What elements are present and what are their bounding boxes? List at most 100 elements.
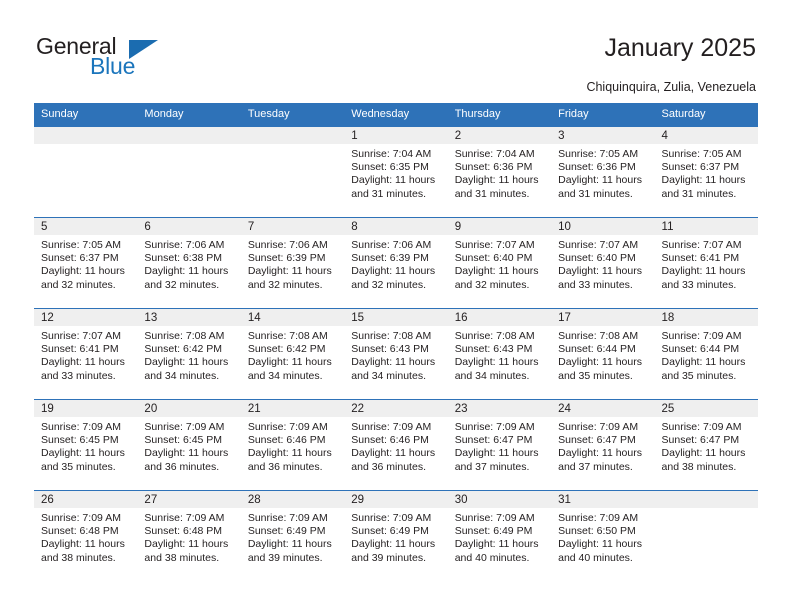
day-sunrise-text: Sunrise: 7:07 AM — [558, 239, 639, 251]
day-daylight-line2-text: and 31 minutes. — [661, 187, 737, 200]
day-cell-16[interactable]: 16 Sunrise: 7:08 AM Sunset: 6:43 PM Dayligh… — [447, 309, 552, 399]
day-cell-30[interactable]: 30 Sunrise: 7:09 AM Sunset: 6:49 PM Dayligh… — [447, 491, 552, 581]
day-daylight-line2-text: and 33 minutes. — [41, 369, 116, 382]
day-daylight-line1-text: Daylight: 11 hours — [661, 356, 746, 369]
day-daylight-line1-text: Daylight: 11 hours — [351, 174, 436, 187]
calendar-day-cell: 8 Sunrise: 7:06 AM Sunset: 6:39 PM Daylight… — [344, 217, 448, 309]
day-sunrise-text: Sunrise: 7:07 AM — [41, 330, 121, 342]
calendar-day-cell: 5 Sunrise: 7:05 AM Sunset: 6:37 PM Daylight… — [34, 217, 138, 309]
day-cell-2[interactable]: 2 Sunrise: 7:04 AM Sunset: 6:36 PM Daylight… — [447, 127, 552, 217]
day-cell-19[interactable]: 19 Sunrise: 7:09 AM Sunset: 6:45 PM Dayligh… — [34, 400, 138, 490]
calendar-day-cell: 19 Sunrise: 7:09 AM Sunset: 6:45 PM Dayligh… — [34, 399, 138, 491]
day-daylight-line2-text: and 31 minutes. — [558, 187, 633, 200]
day-sunset-text: Sunset: 6:49 PM — [351, 525, 429, 538]
day-cell-21[interactable]: 21 Sunrise: 7:09 AM Sunset: 6:46 PM Dayligh… — [240, 400, 345, 490]
page-title: January 2025 — [604, 34, 756, 62]
day-cell-11[interactable]: 11 Sunrise: 7:07 AM Sunset: 6:41 PM Dayligh… — [654, 218, 758, 308]
day-number: 16 — [447, 309, 552, 326]
day-cell-12[interactable]: 12 Sunrise: 7:07 AM Sunset: 6:41 PM Dayligh… — [34, 309, 138, 399]
day-daylight-line1-text: Daylight: 11 hours — [41, 538, 125, 551]
day-cell-4[interactable]: 4 Sunrise: 7:05 AM Sunset: 6:37 PM Daylight… — [654, 127, 758, 217]
calendar-body: 1 Sunrise: 7:04 AM Sunset: 6:35 PM Daylight… — [34, 126, 758, 581]
day-detail-block: Sunrise: 7:09 AM Sunset: 6:46 PM Daylight:… — [344, 417, 447, 474]
calendar-day-cell: 23 Sunrise: 7:09 AM Sunset: 6:47 PM Dayligh… — [447, 399, 552, 491]
day-sunset-text: Sunset: 6:35 PM — [351, 161, 429, 174]
day-sunset-text: Sunset: 6:46 PM — [351, 434, 429, 447]
day-cell-empty — [654, 491, 758, 581]
day-sunset-text: Sunset: 6:43 PM — [454, 343, 533, 356]
calendar-day-cell: 16 Sunrise: 7:08 AM Sunset: 6:43 PM Dayligh… — [447, 308, 552, 400]
day-number: 10 — [551, 218, 655, 235]
day-cell-7[interactable]: 7 Sunrise: 7:06 AM Sunset: 6:39 PM Daylight… — [240, 218, 345, 308]
day-cell-22[interactable]: 22 Sunrise: 7:09 AM Sunset: 6:46 PM Dayligh… — [344, 400, 448, 490]
day-sunrise-text: Sunrise: 7:09 AM — [558, 512, 639, 524]
day-cell-31[interactable]: 31 Sunrise: 7:09 AM Sunset: 6:50 PM Dayligh… — [551, 491, 655, 581]
day-daylight-line2-text: and 32 minutes. — [454, 278, 530, 291]
day-cell-20[interactable]: 20 Sunrise: 7:09 AM Sunset: 6:45 PM Dayligh… — [137, 400, 241, 490]
day-daylight-line1-text: Daylight: 11 hours — [661, 265, 746, 278]
calendar-day-cell: 9 Sunrise: 7:07 AM Sunset: 6:40 PM Daylight… — [447, 217, 552, 309]
day-number: 20 — [137, 400, 241, 417]
day-cell-13[interactable]: 13 Sunrise: 7:08 AM Sunset: 6:42 PM Dayligh… — [137, 309, 241, 399]
day-cell-empty — [137, 127, 241, 217]
day-cell-24[interactable]: 24 Sunrise: 7:09 AM Sunset: 6:47 PM Dayligh… — [551, 400, 655, 490]
day-sunset-text: Sunset: 6:40 PM — [454, 252, 533, 265]
brand-logo[interactable]: General Blue — [36, 33, 166, 85]
day-daylight-line2-text: and 35 minutes. — [41, 460, 116, 473]
day-detail-block: Sunrise: 7:07 AM Sunset: 6:41 PM Daylight:… — [655, 235, 758, 292]
day-sunset-text: Sunset: 6:41 PM — [661, 252, 740, 265]
day-cell-8[interactable]: 8 Sunrise: 7:06 AM Sunset: 6:39 PM Daylight… — [344, 218, 448, 308]
day-sunrise-text: Sunrise: 7:09 AM — [351, 512, 432, 524]
calendar-day-cell: 31 Sunrise: 7:09 AM Sunset: 6:50 PM Dayligh… — [551, 490, 655, 581]
day-sunset-text: Sunset: 6:46 PM — [247, 434, 326, 447]
day-cell-5[interactable]: 5 Sunrise: 7:05 AM Sunset: 6:37 PM Daylight… — [34, 218, 138, 308]
day-cell-10[interactable]: 10 Sunrise: 7:07 AM Sunset: 6:40 PM Dayligh… — [551, 218, 655, 308]
day-number: 4 — [654, 127, 758, 144]
day-cell-27[interactable]: 27 Sunrise: 7:09 AM Sunset: 6:48 PM Dayligh… — [137, 491, 241, 581]
day-daylight-line1-text: Daylight: 11 hours — [454, 174, 539, 187]
day-sunset-text: Sunset: 6:39 PM — [351, 252, 429, 265]
day-number: 24 — [551, 400, 655, 417]
day-detail-block: Sunrise: 7:09 AM Sunset: 6:48 PM Daylight:… — [34, 508, 137, 565]
calendar-page: General Blue January 2025 Chiquinquira, … — [0, 0, 792, 612]
day-sunrise-text: Sunrise: 7:05 AM — [661, 148, 742, 160]
day-cell-15[interactable]: 15 Sunrise: 7:08 AM Sunset: 6:43 PM Dayligh… — [344, 309, 448, 399]
day-number: 7 — [240, 218, 345, 235]
calendar-day-cell: 4 Sunrise: 7:05 AM Sunset: 6:37 PM Daylight… — [654, 126, 758, 218]
day-daylight-line1-text: Daylight: 11 hours — [558, 265, 642, 278]
day-daylight-line2-text: and 37 minutes. — [558, 460, 633, 473]
day-cell-18[interactable]: 18 Sunrise: 7:09 AM Sunset: 6:44 PM Dayligh… — [654, 309, 758, 399]
day-cell-25[interactable]: 25 Sunrise: 7:09 AM Sunset: 6:47 PM Dayligh… — [654, 400, 758, 490]
day-sunset-text: Sunset: 6:41 PM — [41, 343, 119, 356]
day-cell-29[interactable]: 29 Sunrise: 7:09 AM Sunset: 6:49 PM Dayligh… — [344, 491, 448, 581]
day-sunrise-text: Sunrise: 7:09 AM — [41, 421, 121, 433]
day-cell-23[interactable]: 23 Sunrise: 7:09 AM Sunset: 6:47 PM Dayligh… — [447, 400, 552, 490]
day-sunrise-text: Sunrise: 7:09 AM — [351, 421, 432, 433]
day-cell-9[interactable]: 9 Sunrise: 7:07 AM Sunset: 6:40 PM Daylight… — [447, 218, 552, 308]
day-sunset-text: Sunset: 6:45 PM — [144, 434, 223, 447]
day-cell-14[interactable]: 14 Sunrise: 7:08 AM Sunset: 6:42 PM Dayligh… — [240, 309, 345, 399]
day-daylight-line2-text: and 36 minutes. — [351, 460, 426, 473]
day-number — [34, 127, 138, 144]
day-sunset-text: Sunset: 6:49 PM — [247, 525, 326, 538]
day-number — [240, 127, 345, 144]
day-cell-6[interactable]: 6 Sunrise: 7:06 AM Sunset: 6:38 PM Daylight… — [137, 218, 241, 308]
day-daylight-line1-text: Daylight: 11 hours — [41, 447, 125, 460]
day-daylight-line1-text: Daylight: 11 hours — [454, 447, 539, 460]
day-number: 8 — [344, 218, 448, 235]
day-cell-17[interactable]: 17 Sunrise: 7:08 AM Sunset: 6:44 PM Dayligh… — [551, 309, 655, 399]
day-detail-block: Sunrise: 7:09 AM Sunset: 6:46 PM Daylight:… — [241, 417, 344, 474]
day-cell-26[interactable]: 26 Sunrise: 7:09 AM Sunset: 6:48 PM Dayligh… — [34, 491, 138, 581]
day-detail-block: Sunrise: 7:09 AM Sunset: 6:45 PM Daylight:… — [34, 417, 137, 474]
day-cell-28[interactable]: 28 Sunrise: 7:09 AM Sunset: 6:49 PM Dayligh… — [240, 491, 345, 581]
day-daylight-line1-text: Daylight: 11 hours — [144, 356, 229, 369]
day-sunset-text: Sunset: 6:36 PM — [558, 161, 636, 174]
day-cell-3[interactable]: 3 Sunrise: 7:05 AM Sunset: 6:36 PM Daylight… — [551, 127, 655, 217]
column-header-sunday: Sunday — [34, 103, 138, 127]
day-daylight-line2-text: and 32 minutes. — [144, 278, 220, 291]
column-header-thursday: Thursday — [447, 103, 552, 127]
calendar-day-cell: 14 Sunrise: 7:08 AM Sunset: 6:42 PM Dayligh… — [240, 308, 345, 400]
day-cell-1[interactable]: 1 Sunrise: 7:04 AM Sunset: 6:35 PM Daylight… — [344, 127, 448, 217]
day-daylight-line1-text: Daylight: 11 hours — [144, 265, 229, 278]
calendar-day-cell: 15 Sunrise: 7:08 AM Sunset: 6:43 PM Dayligh… — [344, 308, 448, 400]
